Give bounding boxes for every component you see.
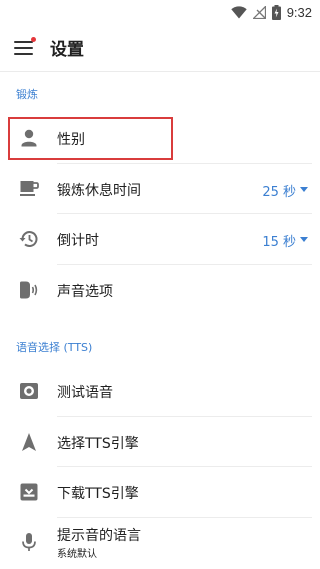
- setting-rest-time[interactable]: 锻炼休息时间 25 秒: [0, 164, 320, 214]
- dropdown-caret-icon: [300, 237, 308, 242]
- status-icons: 9:32: [230, 3, 312, 21]
- setting-select-tts-engine[interactable]: 选择TTS引擎: [0, 417, 320, 467]
- setting-prompt-language-value: 系统默认: [57, 549, 97, 560]
- section-header-workout: 锻炼: [16, 88, 38, 101]
- setting-download-tts-engine-label: 下载TTS引擎: [57, 486, 139, 502]
- setting-prompt-language-label: 提示音的语言: [57, 528, 141, 544]
- wifi-icon: [230, 5, 247, 18]
- setting-download-tts-engine[interactable]: 下载TTS引擎: [0, 467, 320, 518]
- coffee-icon: [18, 178, 40, 200]
- page-title: 设置: [50, 40, 84, 60]
- setting-countdown-value: 15 秒: [262, 235, 296, 250]
- status-bar: 9:32: [0, 0, 320, 24]
- setting-countdown-label: 倒计时: [57, 233, 99, 249]
- menu-icon-line: [14, 47, 33, 49]
- download-box-icon: [18, 481, 40, 503]
- setting-countdown[interactable]: 倒计时 15 秒: [0, 214, 320, 265]
- menu-button[interactable]: [14, 37, 36, 57]
- setting-select-tts-engine-label: 选择TTS引擎: [57, 436, 139, 452]
- menu-icon-line: [14, 53, 33, 55]
- no-signal-icon: [252, 5, 266, 19]
- setting-prompt-language[interactable]: 提示音的语言 系统默认: [0, 518, 320, 569]
- highlight-box: [8, 117, 173, 160]
- notification-dot: [31, 37, 36, 42]
- speaker-icon: [18, 380, 40, 402]
- setting-test-voice-label: 测试语音: [57, 385, 113, 401]
- history-icon: [18, 228, 40, 250]
- app-bar-divider: [0, 71, 320, 72]
- setting-sound-options-label: 声音选项: [57, 284, 113, 300]
- status-time: 9:32: [286, 4, 312, 20]
- section-header-tts: 语音选择 (TTS): [16, 341, 93, 354]
- dropdown-caret-icon: [300, 187, 308, 192]
- setting-test-voice[interactable]: 测试语音: [0, 366, 320, 417]
- microphone-icon: [18, 531, 40, 553]
- navigation-icon: [18, 431, 40, 453]
- battery-charging-icon: [271, 4, 281, 20]
- setting-sound-options[interactable]: 声音选项: [0, 265, 320, 315]
- setting-rest-time-value: 25 秒: [262, 185, 296, 200]
- setting-rest-time-label: 锻炼休息时间: [57, 183, 141, 199]
- menu-icon: [14, 41, 33, 43]
- sound-icon: [18, 279, 40, 301]
- app-bar: 设置: [0, 24, 320, 70]
